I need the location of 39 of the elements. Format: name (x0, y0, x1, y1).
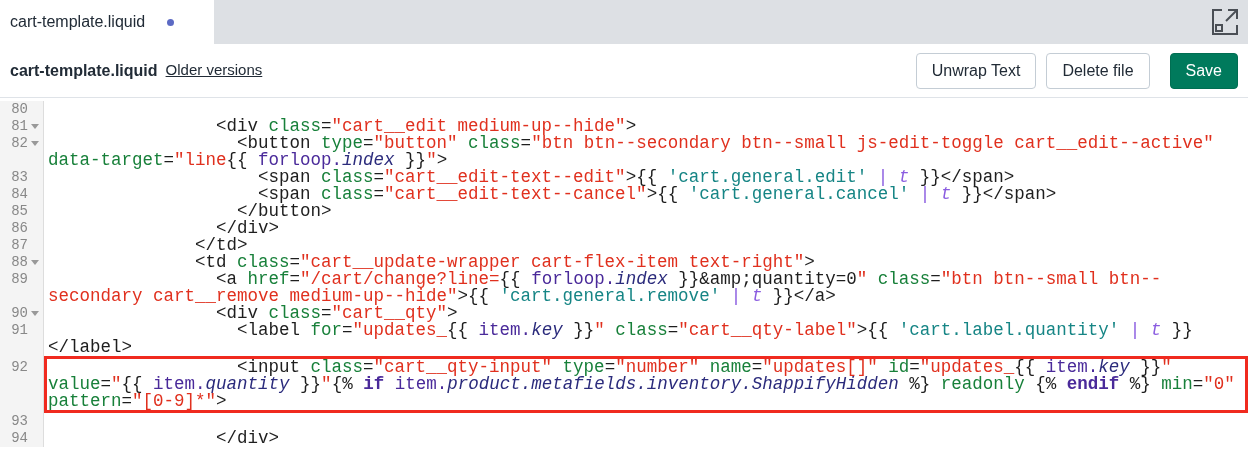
line-number: 88 (11, 254, 28, 271)
toolbar-button[interactable]: Unwrap Text (915, 52, 1037, 89)
line-number: 93 (11, 413, 28, 430)
fold-caret-icon[interactable] (31, 141, 39, 146)
code-line: </td> (194, 235, 248, 255)
line-number: 91 (11, 322, 28, 339)
line-number: 80 (11, 101, 28, 118)
older-versions-link[interactable]: Older versions (165, 59, 263, 82)
fold-caret-icon[interactable] (31, 124, 39, 129)
code-line: </div> (215, 428, 280, 448)
line-number: 85 (11, 203, 28, 220)
code-line: <input class="cart__qty-input" type="number" name="updates[]" id="updates_{{ item.key }}" (237, 357, 1172, 377)
line-number: 90 (11, 305, 28, 322)
line-number: 89 (11, 271, 28, 288)
expand-icon[interactable] (1212, 9, 1238, 35)
code-line: </div> (216, 218, 280, 238)
line-number: 83 (11, 169, 28, 186)
line-number: 84 (11, 186, 28, 203)
fold-caret-icon[interactable] (31, 260, 39, 265)
code-line: <td class="cart__update-wrapper cart-flex-item text-right"> (194, 252, 815, 272)
toolbar-button[interactable]: Delete file (1046, 52, 1150, 89)
line-number: 82 (11, 135, 28, 152)
code-line: </label> (48, 337, 132, 357)
line-number: 81 (11, 118, 28, 135)
code-line: data-target="line{{ forloop.index }}"> (48, 150, 448, 170)
code-line: </button> (237, 201, 332, 221)
line-number: 94 (11, 430, 28, 447)
code-line: <button type="button" class="btn btn--secondary btn--small js-edit-toggle cart__edit--active" (237, 133, 1214, 153)
fold-caret-icon[interactable] (31, 311, 39, 316)
save-button[interactable]: Save (1169, 52, 1238, 89)
line-number: 86 (11, 220, 28, 237)
code-line: <div class="cart__edit medium-up--hide"> (215, 116, 637, 136)
code-line: <label for="updates_{{ item.key }}" class="cart__qty-label">{{ 'cart.label.quantity' | t }} (236, 320, 1193, 340)
code-line: <span class="cart__edit-text--edit">{{ 'cart.general.edit' | t }}</span> (257, 167, 1015, 187)
code-line: <div class="cart__qty"> (215, 303, 458, 323)
line-number: 87 (11, 237, 28, 254)
code-line: <a href="/cart/change?line={{ forloop.index }}&amp;quantity=0" class="btn btn--small btn-- (215, 269, 1162, 289)
line-number: 92 (11, 359, 28, 376)
file-title: cart-template.liquid (10, 60, 158, 81)
